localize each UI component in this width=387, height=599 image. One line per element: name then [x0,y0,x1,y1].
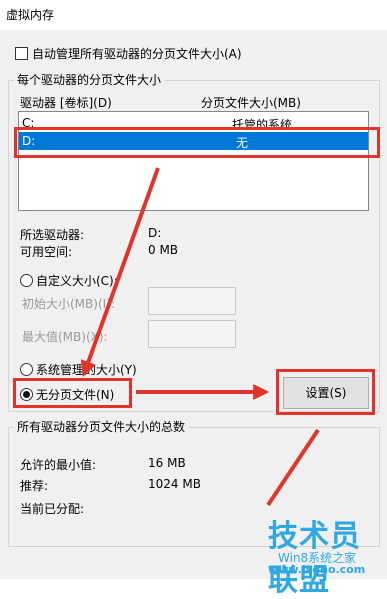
min-value: 16 MB [148,456,186,470]
totals-legend: 所有驱动器分页文件大小的总数 [14,418,189,435]
min-label: 允许的最小值: [20,458,97,472]
watermark-site: www.jsgho.com [268,563,366,576]
current-label: 当前已分配: [20,502,85,516]
arrow-to-no-paging [80,167,160,378]
recommended-label: 推荐: [20,479,49,493]
recommended-value: 1024 MB [148,477,201,491]
